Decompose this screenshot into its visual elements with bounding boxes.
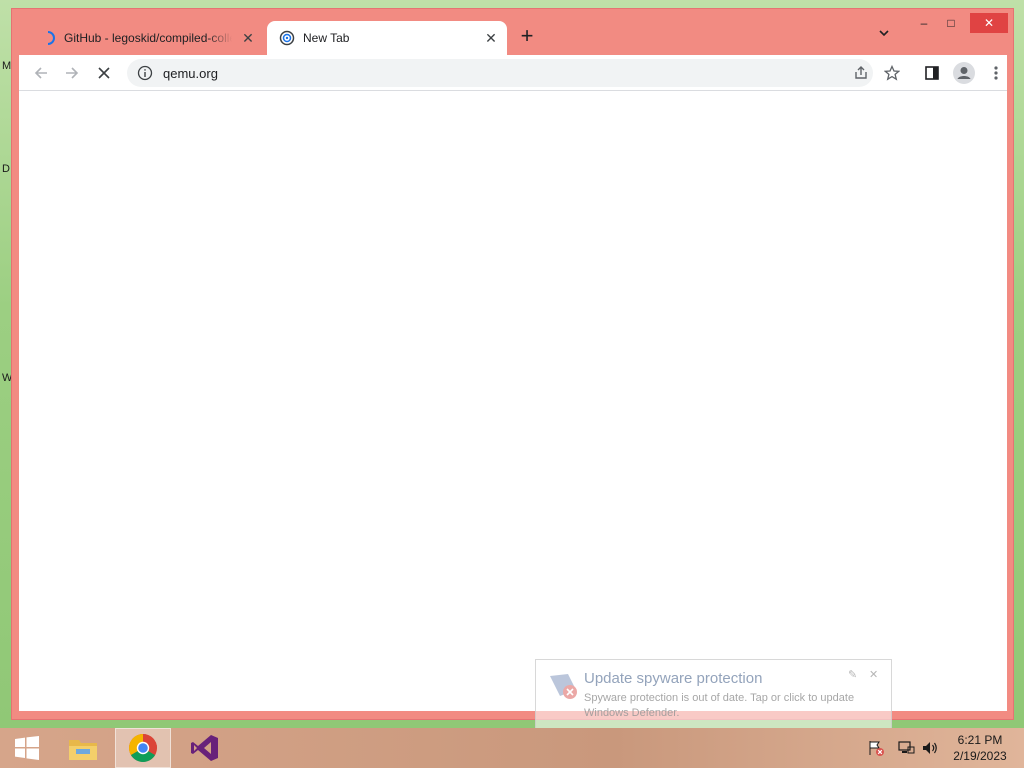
close-tab-icon[interactable]: ✕ bbox=[483, 30, 499, 46]
chrome-icon bbox=[129, 734, 157, 762]
file-explorer-button[interactable] bbox=[56, 728, 110, 768]
desktop-icon-letter-m[interactable]: M bbox=[2, 60, 11, 72]
folder-icon bbox=[69, 740, 97, 760]
share-icon[interactable] bbox=[849, 61, 873, 85]
back-arrow-icon[interactable] bbox=[29, 61, 53, 85]
system-clock[interactable]: 6:21 PM 2/19/2023 bbox=[944, 732, 1016, 764]
new-tab-button[interactable]: + bbox=[515, 25, 539, 49]
chrome-taskbar-button[interactable] bbox=[115, 728, 171, 768]
start-button[interactable] bbox=[0, 728, 54, 768]
forward-arrow-icon[interactable] bbox=[60, 61, 84, 85]
notification-close-icon[interactable]: ✕ bbox=[869, 668, 878, 681]
notification-body: Spyware protection is out of date. Tap o… bbox=[584, 692, 855, 719]
notification-title: Update spyware protection bbox=[584, 670, 763, 687]
qemu-favicon-icon bbox=[279, 30, 295, 46]
loading-spinner-icon bbox=[40, 30, 56, 46]
address-bar[interactable]: qemu.org bbox=[127, 59, 873, 87]
close-tab-icon[interactable]: ✕ bbox=[240, 30, 256, 46]
tab-new-tab[interactable]: New Tab ✕ bbox=[267, 21, 507, 55]
action-center-flag-icon[interactable] bbox=[866, 738, 886, 758]
tab-title: New Tab bbox=[303, 31, 350, 45]
site-info-icon[interactable] bbox=[137, 65, 153, 81]
defender-notification[interactable]: Update spyware protection Spyware protec… bbox=[535, 659, 892, 729]
url-text[interactable]: qemu.org bbox=[163, 66, 218, 81]
maximize-button[interactable]: □ bbox=[938, 13, 964, 33]
clock-time: 6:21 PM bbox=[957, 733, 1003, 747]
desktop-icon-letter-d[interactable]: D bbox=[2, 163, 10, 175]
bookmark-star-icon[interactable] bbox=[880, 61, 904, 85]
stop-loading-icon[interactable] bbox=[92, 61, 116, 85]
browser-window: GitHub - legoskid/compiled-collection ✕ … bbox=[11, 8, 1014, 720]
clock-date: 2/19/2023 bbox=[953, 749, 1007, 763]
visual-studio-icon bbox=[191, 735, 218, 761]
tab-github[interactable]: GitHub - legoskid/compiled-collection ✕ bbox=[28, 21, 264, 55]
close-window-button[interactable]: ✕ bbox=[970, 13, 1008, 33]
tab-search-chevron-icon[interactable] bbox=[874, 27, 894, 47]
menu-kebab-icon[interactable] bbox=[984, 61, 1008, 85]
visual-studio-button[interactable] bbox=[178, 728, 232, 768]
browser-toolbar: qemu.org bbox=[19, 55, 1007, 91]
tab-title: GitHub - legoskid/compiled-collection bbox=[64, 31, 232, 45]
page-content[interactable] bbox=[19, 91, 1007, 711]
windows-logo-icon bbox=[15, 736, 39, 760]
profile-avatar-icon[interactable] bbox=[952, 61, 976, 85]
side-panel-icon[interactable] bbox=[920, 61, 944, 85]
windows-defender-icon bbox=[546, 670, 580, 704]
minimize-button[interactable]: – bbox=[911, 13, 937, 33]
notification-settings-icon[interactable]: ✎ bbox=[848, 668, 857, 681]
tab-strip: GitHub - legoskid/compiled-collection ✕ … bbox=[12, 9, 1013, 55]
volume-icon[interactable] bbox=[920, 738, 940, 758]
taskbar: 6:21 PM 2/19/2023 bbox=[0, 728, 1024, 768]
network-icon[interactable] bbox=[896, 738, 916, 758]
